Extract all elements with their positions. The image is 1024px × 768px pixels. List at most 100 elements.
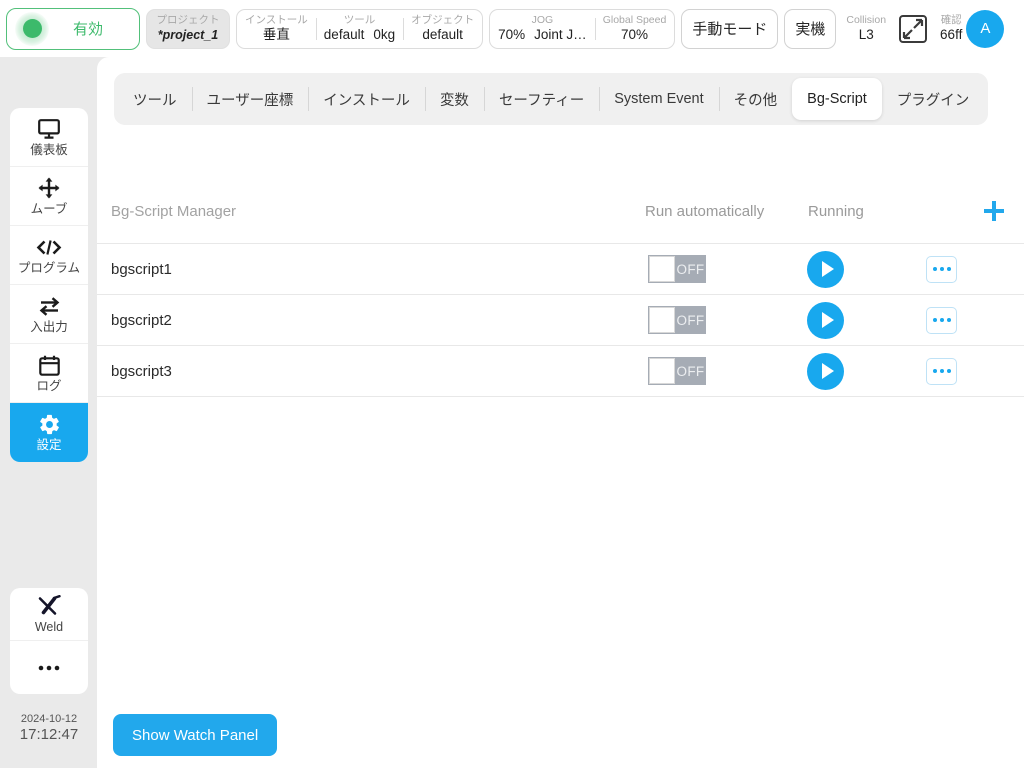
run-automatically-toggle[interactable]: OFF (648, 255, 706, 283)
speed-group: JOG 70% Joint J… Global Speed 70% (489, 8, 676, 49)
sidebar-item-label: 設定 (36, 438, 62, 452)
script-name: bgscript3 (111, 362, 172, 380)
run-automatically-toggle[interactable]: OFF (648, 306, 706, 334)
tab-plugin[interactable]: プラグイン (882, 78, 985, 120)
install-tool-object-group: インストール 垂直 ツール default 0kg オブジェクト default (236, 8, 484, 49)
install-caption: インストール (245, 14, 308, 26)
sidebar-item-settings[interactable]: 設定 (10, 403, 88, 462)
collision-status: Collision L3 (842, 14, 890, 43)
app-root: 有効 プロジェクト *project_1 インストール 垂直 ツール defau… (0, 0, 1024, 768)
weld-torch-icon (36, 595, 62, 618)
main-panel: ツール ユーザー座標 インストール 変数 セーフティー System Event… (97, 57, 1024, 768)
table-row[interactable]: bgscript2 OFF (97, 295, 1024, 346)
list-title: Bg-Script Manager (111, 202, 237, 220)
confirm-status: 確認 66ff (936, 14, 966, 43)
monitor-icon (38, 118, 60, 141)
sidebar-item-label: ムーブ (30, 201, 68, 216)
sidebar-item-weld[interactable]: Weld (10, 588, 88, 641)
sidebar-item-io[interactable]: 入出力 (10, 285, 88, 344)
play-icon[interactable] (807, 250, 844, 288)
project-name: *project_1 (157, 28, 219, 42)
project-caption: プロジェクト (156, 14, 220, 26)
more-options-icon[interactable] (926, 255, 957, 283)
tab-user-coords[interactable]: ユーザー座標 (191, 78, 309, 120)
sidebar-item-label: 儀表板 (30, 142, 68, 157)
tab-tool[interactable]: ツール (118, 78, 192, 120)
add-script-button[interactable] (975, 192, 1013, 230)
play-icon[interactable] (807, 301, 844, 339)
toggle-knob (649, 256, 675, 282)
more-options-icon[interactable] (926, 357, 957, 385)
play-icon[interactable] (807, 352, 844, 390)
project-selector[interactable]: プロジェクト *project_1 (146, 8, 230, 49)
jog-caption: JOG (531, 14, 554, 26)
plus-icon (984, 201, 1004, 221)
operation-mode-button[interactable]: 手動モード (681, 8, 779, 49)
script-name: bgscript1 (111, 260, 172, 278)
collision-value: L3 (858, 27, 874, 42)
bg-script-list-header: Bg-Script Manager Run automatically Runn… (97, 179, 1024, 244)
settings-tabbar: ツール ユーザー座標 インストール 変数 セーフティー System Event… (114, 73, 989, 125)
clock-date: 2024-10-12 (20, 713, 78, 725)
column-running: Running (808, 202, 864, 220)
io-exchange-icon (38, 295, 61, 318)
calendar-icon (38, 354, 60, 377)
sidebar-item-dashboard[interactable]: 儀表板 (10, 108, 88, 167)
top-status-bar: 有効 プロジェクト *project_1 インストール 垂直 ツール defau… (0, 0, 1024, 57)
code-icon (36, 236, 62, 259)
confirm-caption: 確認 (940, 14, 962, 26)
toggle-state-label: OFF (676, 261, 705, 277)
status-led-icon (13, 10, 51, 48)
install-value: 垂直 (262, 27, 290, 42)
tool-segment[interactable]: ツール default 0kg (315, 10, 403, 48)
tab-system-event[interactable]: System Event (599, 78, 718, 120)
clock-time: 17:12:47 (19, 726, 79, 743)
tool-payload: 0kg (373, 27, 396, 42)
robot-status-label: 有効 (72, 21, 103, 38)
expand-icon[interactable] (899, 14, 928, 43)
global-speed-value: 70% (620, 27, 649, 42)
sidebar-item-move[interactable]: ムーブ (10, 167, 88, 226)
toggle-knob (649, 358, 675, 384)
tab-variables[interactable]: 変数 (424, 78, 484, 120)
sidebar-more-button[interactable] (10, 641, 88, 694)
object-segment[interactable]: オブジェクト default (403, 10, 482, 48)
system-clock: 2024-10-12 17:12:47 (10, 712, 88, 744)
global-speed-caption: Global Speed (602, 14, 667, 26)
jog-segment[interactable]: JOG 70% Joint J… (490, 10, 595, 48)
show-watch-panel-button[interactable]: Show Watch Panel (113, 714, 278, 756)
move-arrows-icon (38, 177, 60, 200)
install-segment[interactable]: インストール 垂直 (237, 10, 316, 48)
tab-other[interactable]: その他 (718, 78, 793, 120)
toggle-state-label: OFF (676, 363, 705, 379)
sidebar-item-program[interactable]: プログラム (10, 226, 88, 285)
confirm-value: 66ff (940, 27, 963, 42)
object-value: default (422, 27, 463, 42)
tool-caption: ツール (343, 14, 376, 26)
object-caption: オブジェクト (411, 14, 475, 26)
tab-bg-script[interactable]: Bg-Script (792, 78, 882, 120)
sidebar-item-label: ログ (36, 378, 62, 393)
jog-percent: 70% (498, 27, 526, 42)
tab-safety[interactable]: セーフティー (483, 78, 599, 120)
collision-caption: Collision (846, 14, 887, 26)
script-name: bgscript2 (111, 311, 172, 329)
table-row[interactable]: bgscript3 OFF (97, 346, 1024, 397)
table-row[interactable]: bgscript1 OFF (97, 244, 1024, 295)
machine-mode-button[interactable]: 実機 (784, 8, 837, 49)
global-speed-segment[interactable]: Global Speed 70% (594, 10, 675, 48)
sidebar-item-log[interactable]: ログ (10, 344, 88, 403)
tab-install[interactable]: インストール (308, 78, 425, 120)
sidebar-extras: Weld (10, 588, 88, 694)
robot-status-indicator[interactable]: 有効 (6, 7, 140, 50)
jog-mode: Joint J… (534, 27, 587, 42)
run-automatically-toggle[interactable]: OFF (648, 357, 706, 385)
ellipsis-icon (35, 656, 63, 679)
toggle-knob (649, 307, 675, 333)
avatar[interactable]: A (966, 9, 1005, 48)
sidebar-item-label: Weld (34, 619, 64, 634)
sidebar-nav: 儀表板 ムーブ プログラム 入出力 ログ 設定 (10, 108, 88, 462)
gear-icon (38, 413, 61, 436)
sidebar-item-label: プログラム (17, 260, 81, 275)
more-options-icon[interactable] (926, 306, 957, 334)
